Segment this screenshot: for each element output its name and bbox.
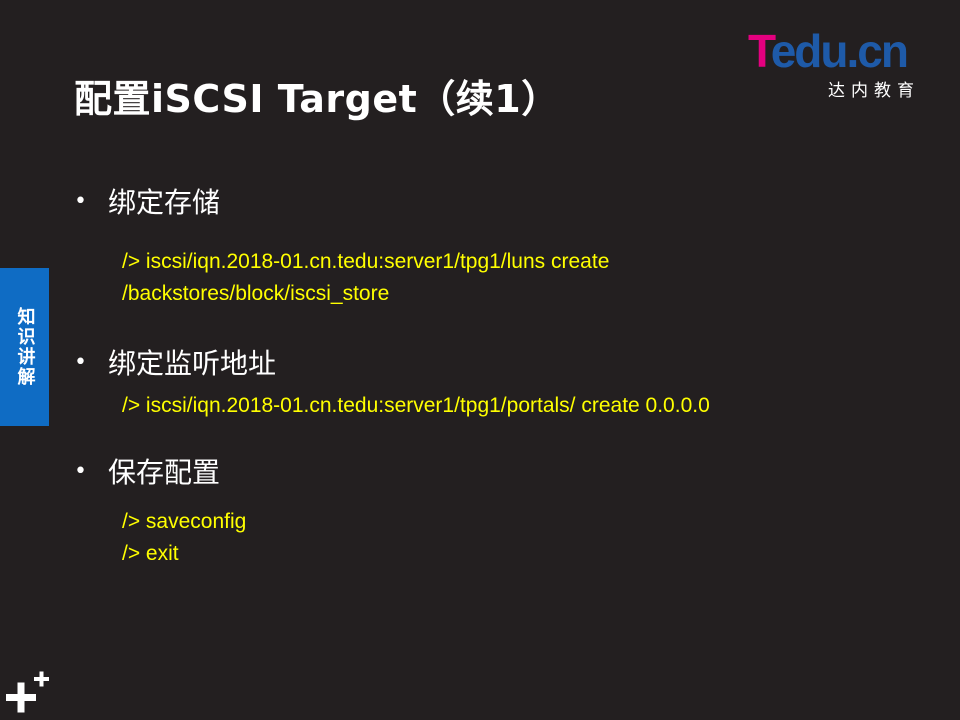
- bullet-bind-portal: • 绑定监听地址: [74, 342, 276, 382]
- bullet-label: 绑定存储: [108, 186, 221, 219]
- logo-letter-t: T: [748, 25, 773, 77]
- command-block-storage: /> iscsi/iqn.2018-01.cn.tedu:server1/tpg…: [122, 246, 609, 310]
- side-tab-label: 知识讲解: [14, 307, 36, 387]
- bullet-label: 保存配置: [108, 456, 221, 489]
- tedu-logo: Tedu.cn 达内教育: [748, 25, 938, 101]
- logo-subtitle: 达内教育: [828, 81, 920, 101]
- bullet-save-config: • 保存配置: [74, 451, 220, 491]
- slide-title: 配置iSCSI Target（续1）: [74, 77, 560, 121]
- command-block-portal: /> iscsi/iqn.2018-01.cn.tedu:server1/tpg…: [122, 390, 710, 422]
- command-line: /backstores/block/iscsi_store: [122, 282, 390, 305]
- logo-wordmark: Tedu.cn: [748, 25, 909, 77]
- bullet-dot-icon: •: [74, 349, 87, 375]
- command-line: /> iscsi/iqn.2018-01.cn.tedu:server1/tpg…: [122, 394, 710, 417]
- side-tab-knowledge: 知识讲解: [0, 268, 49, 426]
- command-line: /> saveconfig: [122, 510, 247, 533]
- bullet-dot-icon: •: [74, 458, 87, 484]
- command-line: /> exit: [122, 542, 179, 565]
- plus-icon: [6, 671, 49, 713]
- slide: 配置iSCSI Target（续1） Tedu.cn 达内教育 知识讲解 • 绑…: [0, 0, 960, 720]
- logo-domain: edu.cn: [770, 25, 909, 77]
- command-line: /> iscsi/iqn.2018-01.cn.tedu:server1/tpg…: [122, 250, 610, 273]
- bullet-bind-storage: • 绑定存储: [74, 181, 220, 221]
- bullet-dot-icon: •: [74, 188, 87, 214]
- bullet-label: 绑定监听地址: [108, 347, 277, 380]
- command-block-save: /> saveconfig /> exit: [122, 506, 246, 570]
